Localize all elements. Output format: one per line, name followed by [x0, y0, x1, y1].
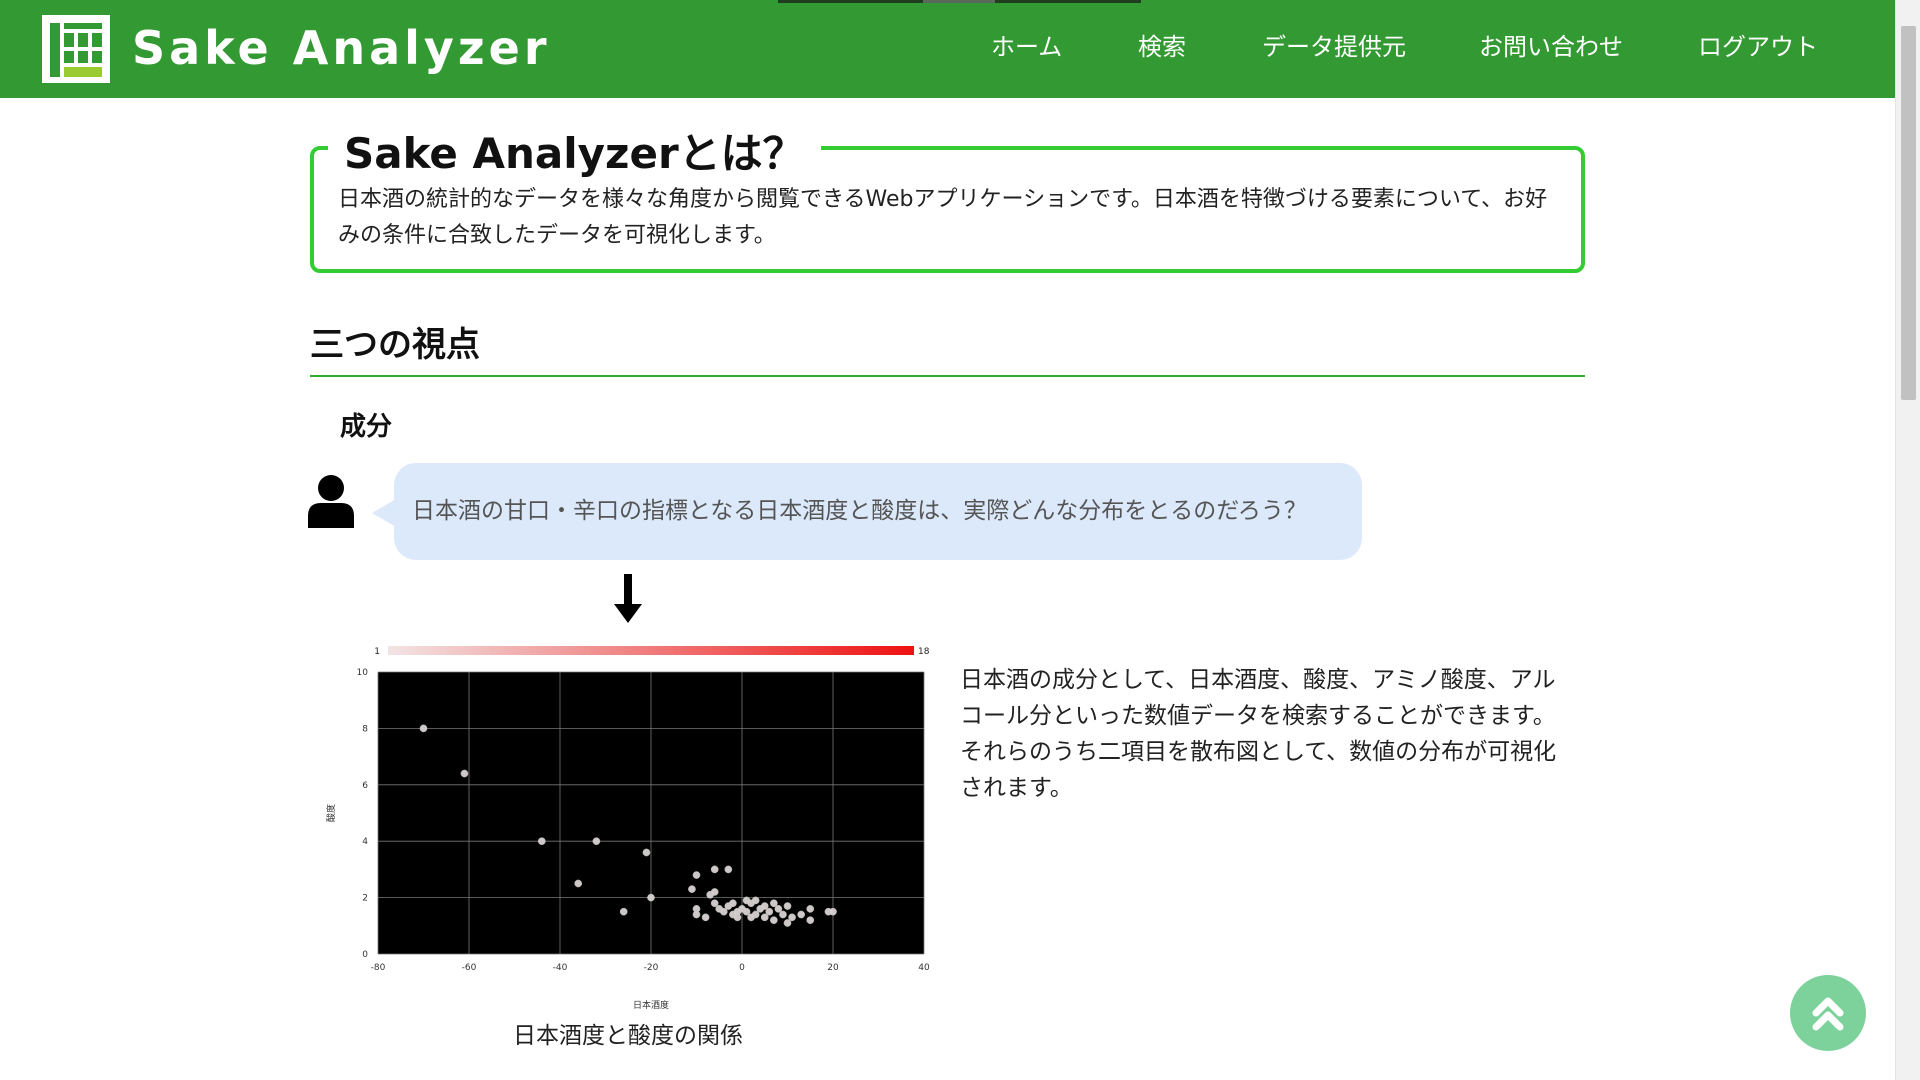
scatter-point [642, 848, 651, 857]
logo-icon[interactable] [42, 15, 110, 83]
nav-search[interactable]: 検索 [1138, 30, 1186, 64]
about-text: 日本酒の統計的なデータを様々な角度から閲覧できるWebアプリケーションです。日本… [338, 187, 1548, 248]
section-heading: 三つの視点 [310, 325, 480, 365]
x-tick-label: -80 [371, 963, 386, 973]
question-text: 日本酒の甘口・辛口の指標となる日本酒度と酸度は、実際どんな分布をとるのだろう？ [412, 498, 1307, 524]
scatter-point [724, 865, 733, 874]
scatter-point [688, 885, 696, 893]
x-tick-label: 40 [918, 963, 930, 973]
scatter-point [779, 910, 787, 919]
y-tick-label: 4 [362, 837, 368, 847]
scatter-point [797, 910, 805, 919]
x-tick-label: 0 [739, 963, 745, 973]
scatter-point [729, 899, 737, 908]
chart-caption: 日本酒度と酸度の関係 [513, 1023, 743, 1049]
nav-data-source[interactable]: データ提供元 [1262, 30, 1406, 64]
x-tick-label: -20 [644, 963, 659, 973]
scatter-point [537, 837, 546, 846]
header-top-strip [778, 0, 1141, 3]
scatter-point [574, 879, 583, 888]
vertical-scrollbar[interactable] [1895, 0, 1920, 1080]
scatter-point [783, 902, 792, 910]
colorbar [388, 646, 914, 655]
scatter-point [770, 916, 778, 925]
y-tick-label: 8 [362, 724, 368, 734]
colorbar-max-label: 18 [918, 647, 930, 657]
y-tick-label: 6 [362, 781, 368, 791]
scatter-point [701, 913, 710, 922]
question-bubble: 日本酒の甘口・辛口の指標となる日本酒度と酸度は、実際どんな分布をとるのだろう？ [372, 463, 1362, 560]
scatter-point [592, 837, 601, 846]
back-to-top-button[interactable] [1790, 975, 1866, 1051]
x-axis-label: 日本酒度 [633, 999, 669, 1011]
scatter-point [788, 913, 796, 922]
components-description: 日本酒の成分として、日本酒度、酸度、アミノ酸度、アルコール分といった数値データを… [960, 667, 1557, 801]
section-divider [310, 375, 1585, 377]
nav-logout[interactable]: ログアウト [1698, 30, 1818, 64]
sub-heading: 成分 [340, 412, 393, 442]
x-tick-label: 20 [827, 963, 839, 973]
scatter-point [765, 907, 774, 916]
app-title[interactable]: Sake Analyzer [132, 18, 551, 78]
y-axis-label: 酸度 [325, 804, 337, 822]
scatter-point [419, 724, 428, 733]
scatter-point [747, 913, 755, 922]
scatter-point [692, 871, 701, 879]
y-tick-label: 10 [357, 668, 369, 678]
nav-home[interactable]: ホーム [991, 30, 1062, 64]
double-chevron-up-icon [1812, 997, 1844, 1031]
scatter-point [742, 896, 751, 905]
scatter-point [806, 905, 815, 913]
y-tick-label: 2 [362, 894, 368, 904]
nav-contact[interactable]: お問い合わせ [1479, 30, 1623, 64]
scatter-point [733, 907, 742, 916]
site-header: Sake Analyzer ホーム 検索 データ提供元 お問い合わせ ログアウト [0, 0, 1895, 98]
x-tick-label: -60 [462, 963, 477, 973]
user-icon [308, 475, 354, 528]
scatter-point [806, 916, 815, 925]
scatter-point [647, 893, 655, 902]
scatter-point [710, 888, 719, 896]
scatter-point [619, 907, 628, 916]
scatter-point [751, 896, 760, 905]
colorbar-min-label: 1 [374, 647, 380, 657]
scatter-point [710, 865, 719, 874]
scrollbar-thumb[interactable] [1901, 26, 1916, 400]
y-tick-label: 0 [362, 950, 368, 960]
scatter-point [460, 769, 469, 778]
scatter-point [829, 907, 837, 916]
scatter-chart[interactable]: 1 18 -80 -60 -40 -20 0 20 40 0 2 4 6 8 10 日本酒度 酸度 [318, 636, 938, 1016]
about-title: Sake Analyzerとは？ [328, 124, 821, 184]
x-tick-label: -40 [553, 963, 568, 973]
scatter-point [692, 910, 701, 919]
arrow-down-icon [614, 574, 642, 623]
